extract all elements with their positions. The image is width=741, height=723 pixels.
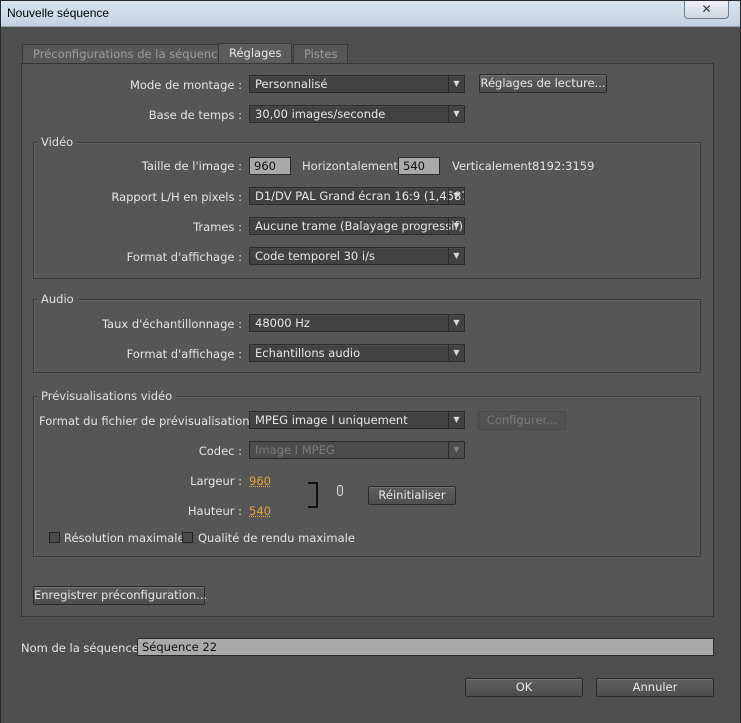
video-display-format-dropdown[interactable]: Code temporel 30 i/s ▼ [249, 247, 465, 265]
video-display-format-value: Code temporel 30 i/s [255, 249, 375, 263]
preview-file-format-label: Format du fichier de prévisualisation : [39, 414, 258, 428]
chevron-down-icon: ▼ [448, 412, 464, 428]
aspect-ratio-readout: 8192:3159 [532, 159, 595, 173]
tab-sequence-presets[interactable]: Préconfigurations de la séquence [22, 44, 236, 64]
frame-size-label: Taille de l'image : [141, 159, 242, 173]
link-bracket [308, 482, 318, 508]
video-display-format-label: Format d'affichage : [126, 250, 242, 264]
preview-width-label: Largeur : [190, 474, 242, 488]
preview-file-format-value: MPEG image I uniquement [255, 413, 408, 427]
close-button[interactable]: ✕ [684, 1, 729, 19]
save-preset-button[interactable]: Enregistrer préconfiguration... [33, 586, 207, 605]
max-render-quality-checkbox[interactable] [182, 532, 193, 543]
cancel-button[interactable]: Annuler [596, 678, 714, 697]
preview-file-format-dropdown[interactable]: MPEG image I uniquement ▼ [249, 411, 465, 429]
fields-label: Trames : [193, 220, 242, 234]
fields-value: Aucune trame (Balayage progressif) [255, 219, 463, 233]
chain-link-icon[interactable] [337, 485, 343, 496]
window-title: Nouvelle séquence [7, 6, 110, 20]
video-group-title: Vidéo [37, 135, 78, 149]
sample-rate-label: Taux d'échantillonnage : [101, 317, 242, 331]
reset-button[interactable]: Réinitialiser [368, 486, 456, 505]
new-sequence-dialog: Nouvelle séquence ✕ Préconfigurations de… [0, 0, 741, 723]
max-resolution-label: Résolution maximale [64, 531, 185, 545]
audio-display-format-value: Echantillons audio [255, 346, 361, 360]
frame-height-field[interactable]: 540 [398, 157, 440, 175]
codec-dropdown[interactable]: Image I MPEG ▼ [249, 441, 465, 459]
max-resolution-checkbox[interactable] [49, 532, 60, 543]
timebase-label: Base de temps : [148, 108, 242, 122]
codec-value: Image I MPEG [255, 443, 335, 457]
audio-display-format-label: Format d'affichage : [126, 347, 242, 361]
audio-display-format-dropdown[interactable]: Echantillons audio ▼ [249, 344, 465, 362]
chevron-down-icon: ▼ [448, 315, 464, 331]
ok-button[interactable]: OK [465, 678, 583, 697]
timebase-dropdown[interactable]: 30,00 images/seconde ▼ [249, 105, 465, 123]
tab-tracks[interactable]: Pistes [293, 44, 349, 64]
playback-settings-button[interactable]: Réglages de lecture... [479, 74, 607, 93]
preview-height-label: Hauteur : [187, 504, 242, 518]
video-previews-group-title: Prévisualisations vidéo [37, 389, 177, 403]
edit-mode-value: Personnalisé [255, 77, 328, 91]
horizontal-label: Horizontalement [302, 159, 398, 173]
sequence-name-input[interactable]: Séquence 22 [137, 638, 714, 656]
frame-width-field[interactable]: 960 [249, 157, 291, 175]
preview-height-value[interactable]: 540 [249, 504, 271, 518]
edit-mode-label: Mode de montage : [129, 78, 242, 92]
sample-rate-value: 48000 Hz [255, 316, 310, 330]
chevron-down-icon: ▼ [448, 218, 464, 234]
sample-rate-dropdown[interactable]: 48000 Hz ▼ [249, 314, 465, 332]
chevron-down-icon: ▼ [448, 76, 464, 92]
pixel-aspect-value: D1/DV PAL Grand écran 16:9 (1,4587) [255, 189, 465, 203]
close-icon: ✕ [701, 2, 712, 16]
timebase-value: 30,00 images/seconde [255, 107, 386, 121]
title-bar[interactable]: Nouvelle séquence ✕ [1, 1, 740, 27]
chevron-down-icon: ▼ [448, 442, 464, 458]
preview-width-value[interactable]: 960 [249, 474, 271, 488]
edit-mode-dropdown[interactable]: Personnalisé ▼ [249, 75, 465, 93]
fields-dropdown[interactable]: Aucune trame (Balayage progressif) ▼ [249, 217, 465, 235]
vertical-label: Verticalement [452, 159, 533, 173]
chevron-down-icon: ▼ [448, 345, 464, 361]
chevron-down-icon: ▼ [448, 106, 464, 122]
configure-button[interactable]: Configurer... [478, 411, 566, 430]
chevron-down-icon: ▼ [448, 248, 464, 264]
max-render-quality-label: Qualité de rendu maximale [198, 531, 355, 545]
pixel-aspect-dropdown[interactable]: D1/DV PAL Grand écran 16:9 (1,4587) ▼ [249, 187, 465, 205]
codec-label: Codec : [198, 444, 242, 458]
pixel-aspect-label: Rapport L/H en pixels : [111, 190, 242, 204]
audio-group-title: Audio [37, 292, 78, 306]
sequence-name-label: Nom de la séquence : [21, 641, 147, 655]
tab-settings[interactable]: Réglages [218, 43, 293, 65]
chevron-down-icon: ▼ [448, 188, 464, 204]
